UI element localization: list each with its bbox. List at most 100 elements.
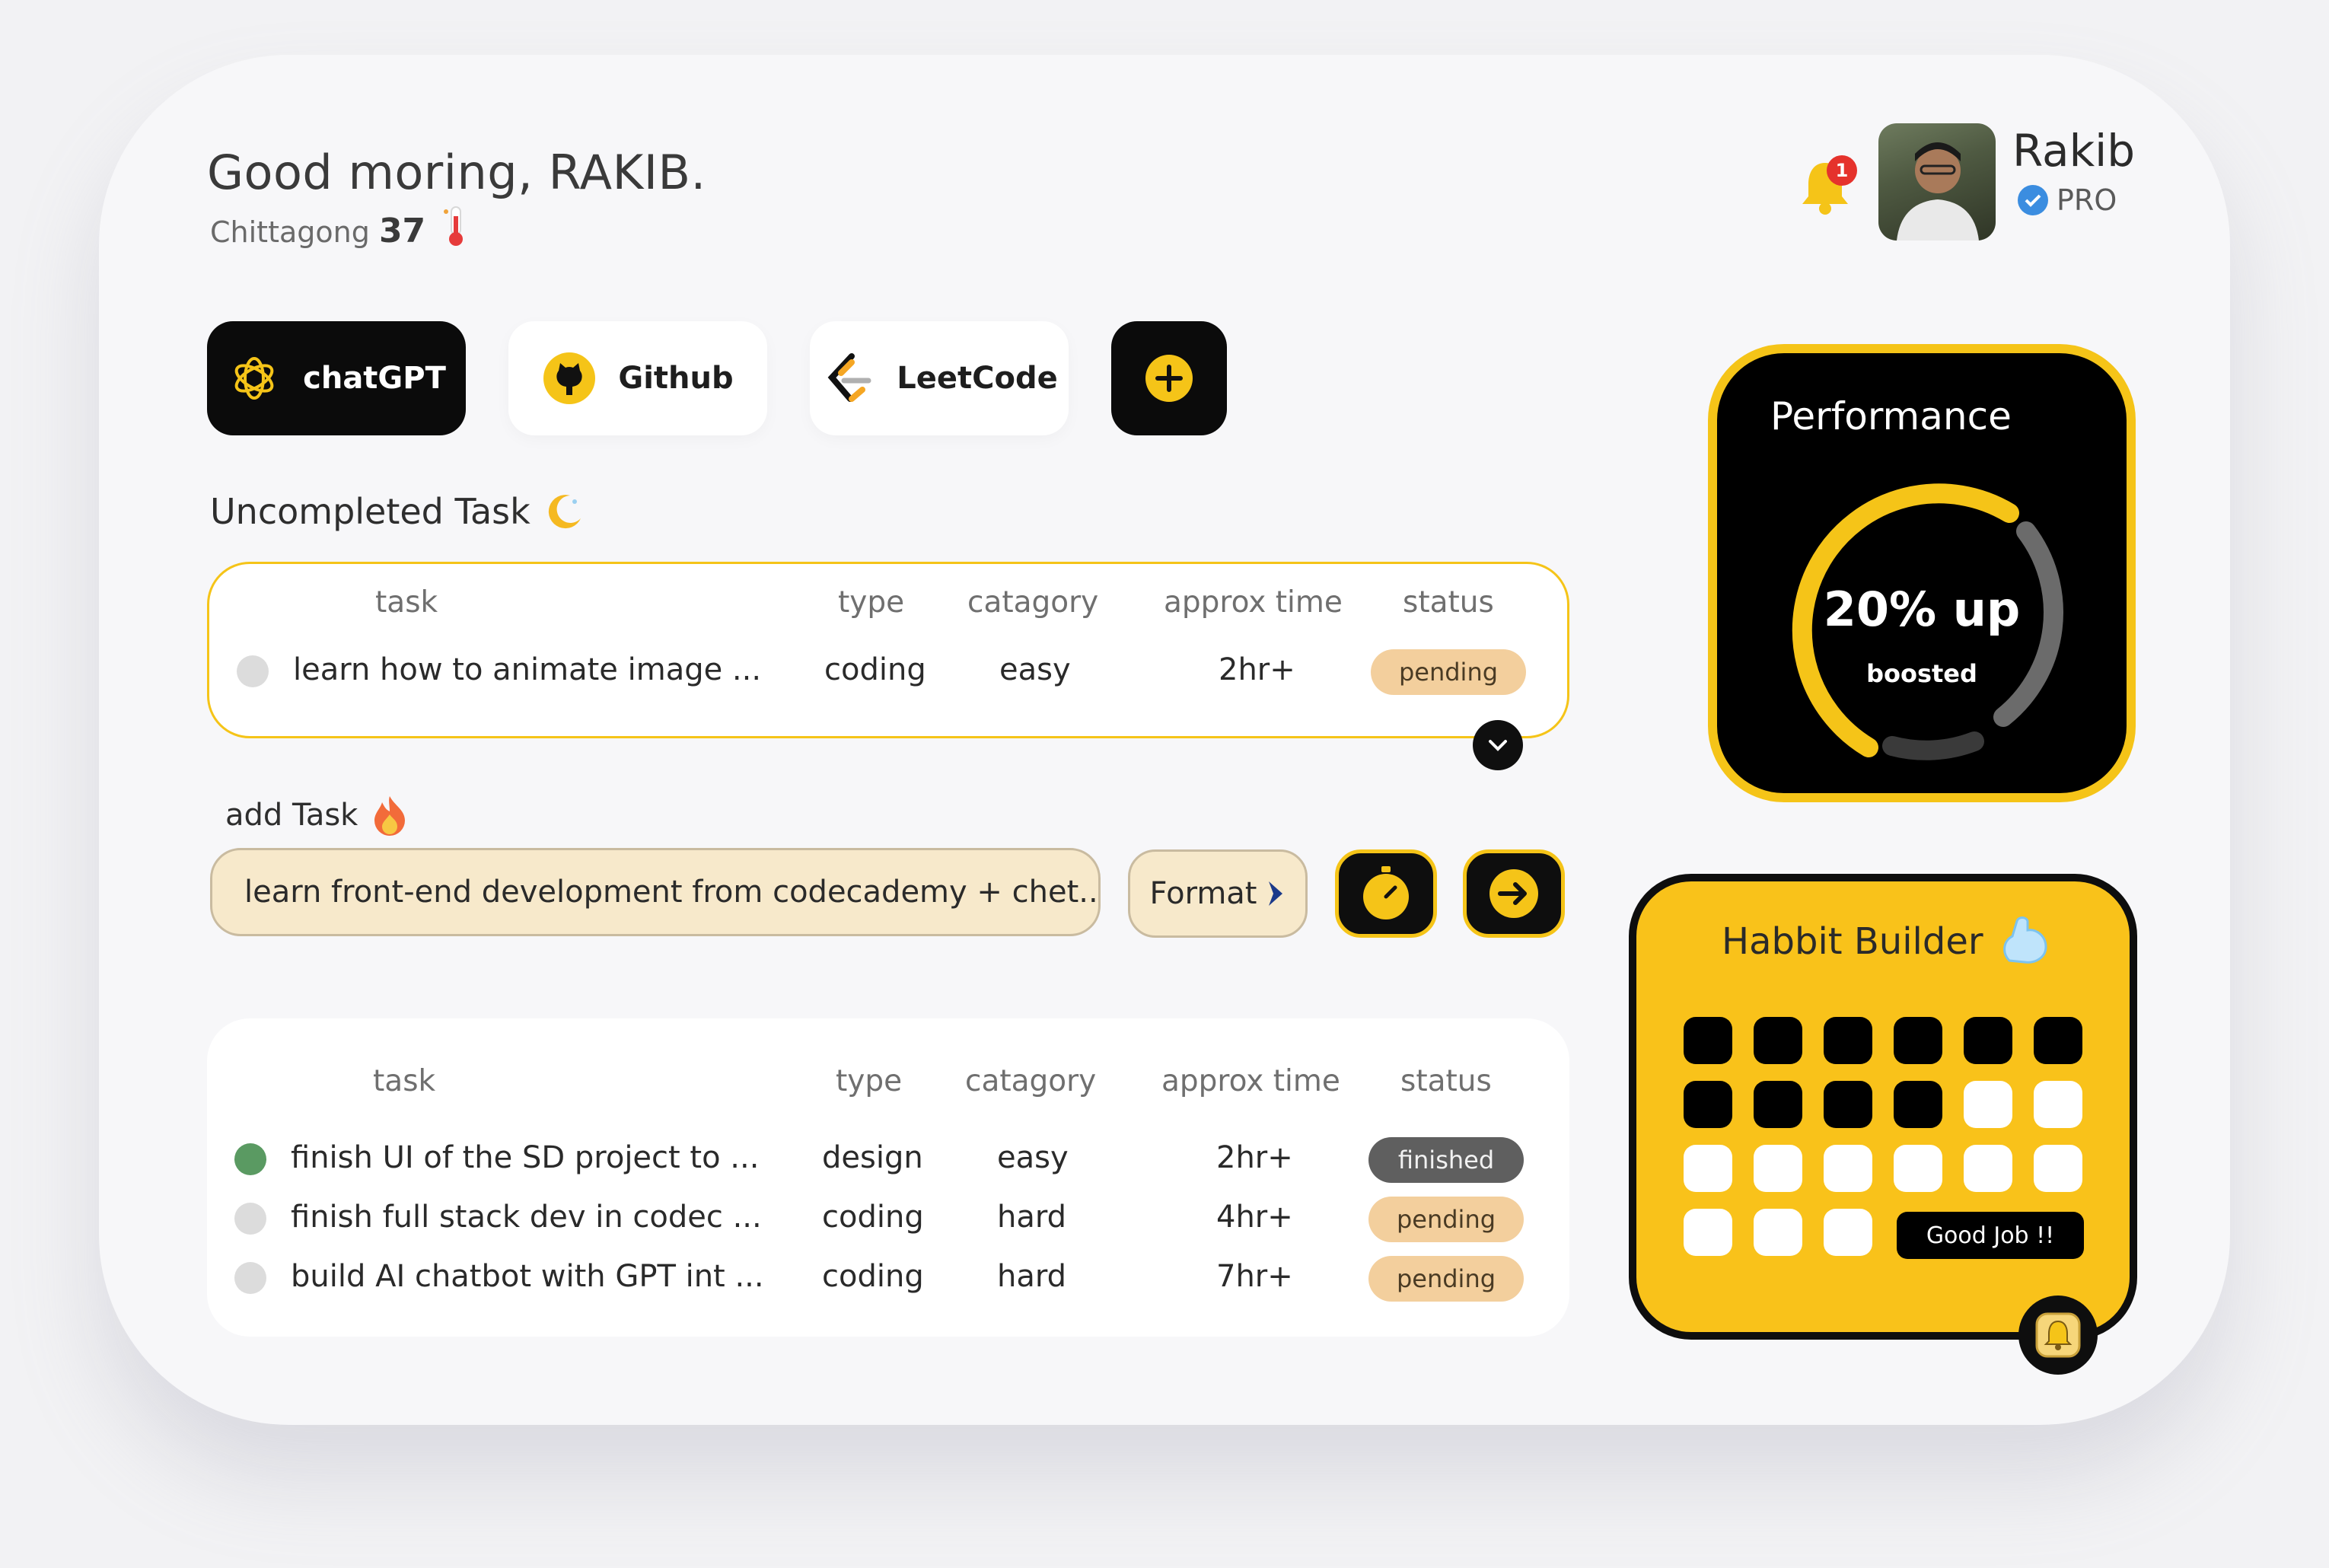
format-button[interactable]: Format (1128, 849, 1308, 938)
leetcode-icon (820, 351, 875, 406)
status-badge: finished (1368, 1137, 1524, 1183)
column-header-type: type (838, 585, 905, 620)
performance-label: boosted (1866, 659, 1977, 688)
avatar[interactable] (1878, 123, 1996, 241)
column-header-task: task (375, 585, 438, 620)
habit-day-cell[interactable] (1684, 1081, 1732, 1128)
habit-day-cell[interactable] (2034, 1145, 2082, 1192)
reminder-button[interactable] (2018, 1296, 2098, 1375)
status-badge: pending (1371, 649, 1526, 695)
habit-day-cell[interactable] (1894, 1017, 1942, 1064)
habit-day-cell[interactable] (1824, 1145, 1872, 1192)
performance-widget: Performance 20% up boosted (1708, 344, 2136, 802)
status-badge: pending (1368, 1197, 1524, 1242)
add-task-title: add Task (225, 795, 408, 836)
task-input[interactable]: learn front-end development from codecad… (210, 848, 1101, 936)
task-checkbox[interactable] (234, 1143, 266, 1175)
column-header-category: catagory (967, 585, 1099, 620)
fire-icon (374, 796, 406, 836)
column-header-status: status (1403, 585, 1494, 620)
github-icon (542, 351, 597, 406)
chevron-down-icon (1489, 740, 1507, 751)
timer-button[interactable] (1335, 849, 1437, 938)
task-checkbox[interactable] (234, 1203, 266, 1235)
uncompleted-task-label: Uncompleted Task (210, 491, 530, 532)
task-table: task type catagory approx time status fi… (207, 1018, 1569, 1337)
temperature-value: 37 (378, 212, 426, 250)
profile-name: Rakib (2012, 125, 2136, 177)
moon-icon (548, 495, 581, 529)
habit-day-cell[interactable] (1684, 1209, 1732, 1256)
task-name[interactable]: build AI chatbot with GPT int ... (291, 1259, 764, 1294)
add-shortcut-button[interactable] (1111, 321, 1227, 435)
performance-title: Performance (1770, 394, 2012, 438)
performance-value: 20% up (1823, 582, 2021, 637)
task-type: coding (822, 1259, 924, 1294)
expand-button[interactable] (1473, 720, 1523, 770)
habit-day-cell[interactable] (1754, 1017, 1802, 1064)
task-time: 4hr+ (1216, 1200, 1293, 1235)
column-header-category: catagory (965, 1064, 1097, 1098)
task-category: hard (997, 1200, 1066, 1235)
habit-day-cell[interactable] (1964, 1017, 2012, 1064)
column-header-type: type (836, 1064, 903, 1098)
thermometer-icon (444, 206, 464, 246)
task-name[interactable]: finish full stack dev in codec ... (291, 1200, 762, 1235)
task-type: design (822, 1140, 923, 1175)
habit-day-cell[interactable] (1754, 1209, 1802, 1256)
habit-day-cell[interactable] (1684, 1017, 1732, 1064)
greeting-title: Good moring, RAKIB. (207, 145, 706, 200)
column-header-status: status (1400, 1064, 1492, 1098)
city-label: Chittagong (210, 215, 370, 249)
habit-day-cell[interactable] (1754, 1145, 1802, 1192)
format-label: Format (1149, 876, 1257, 911)
habit-day-cell[interactable] (2034, 1081, 2082, 1128)
habit-title: Habbit Builder (1722, 915, 2052, 968)
column-header-time: approx time (1164, 585, 1343, 620)
habit-day-cell[interactable] (1684, 1145, 1732, 1192)
uncompleted-task-table: task type catagory approx time status le… (207, 562, 1569, 738)
github-label: Github (618, 361, 734, 396)
pro-label: PRO (2057, 183, 2117, 217)
leetcode-label: LeetCode (897, 361, 1058, 396)
flexed-bicep-icon (2002, 916, 2047, 964)
pro-badge: PRO (2015, 183, 2117, 218)
task-time: 7hr+ (1216, 1259, 1293, 1294)
task-category: hard (997, 1259, 1066, 1294)
task-name[interactable]: finish UI of the SD project to ... (291, 1140, 759, 1175)
task-name[interactable]: learn how to animate image ... (293, 652, 761, 687)
chatgpt-label: chatGPT (303, 361, 446, 396)
stopwatch-icon (1363, 866, 1409, 919)
habit-day-cell[interactable] (1894, 1081, 1942, 1128)
habit-day-cell[interactable] (1824, 1081, 1872, 1128)
task-checkbox[interactable] (234, 1262, 266, 1294)
habit-day-cell[interactable] (1824, 1209, 1872, 1256)
arrow-right-icon (1489, 869, 1538, 918)
habit-day-cell[interactable] (2034, 1017, 2082, 1064)
leetcode-shortcut-button[interactable]: LeetCode (810, 321, 1069, 435)
habit-day-cell[interactable] (1964, 1145, 2012, 1192)
openai-icon (227, 351, 282, 406)
add-task-label: add Task (225, 798, 358, 833)
habit-builder-widget: Habbit Builder Good Job !! (1629, 874, 2137, 1340)
location-weather: Chittagong 37 (210, 206, 471, 250)
task-checkbox[interactable] (237, 655, 269, 687)
task-time: 2hr+ (1216, 1140, 1293, 1175)
column-header-time: approx time (1161, 1064, 1340, 1098)
task-category: easy (999, 652, 1071, 687)
habit-day-cell[interactable] (1754, 1081, 1802, 1128)
column-header-task: task (373, 1064, 436, 1098)
chatgpt-shortcut-button[interactable]: chatGPT (207, 321, 466, 435)
plus-icon (1145, 355, 1193, 402)
github-shortcut-button[interactable]: Github (508, 321, 767, 435)
bell-icon (2035, 1312, 2081, 1358)
notification-count-badge: 1 (1827, 155, 1857, 186)
habit-day-cell[interactable] (1824, 1017, 1872, 1064)
habit-title-label: Habbit Builder (1722, 920, 1983, 963)
task-type: coding (822, 1200, 924, 1235)
task-type: coding (824, 652, 926, 687)
habit-day-cell[interactable] (1894, 1145, 1942, 1192)
chevron-right-icon (1269, 881, 1283, 906)
submit-task-button[interactable] (1463, 849, 1565, 938)
habit-day-cell[interactable] (1964, 1081, 2012, 1128)
